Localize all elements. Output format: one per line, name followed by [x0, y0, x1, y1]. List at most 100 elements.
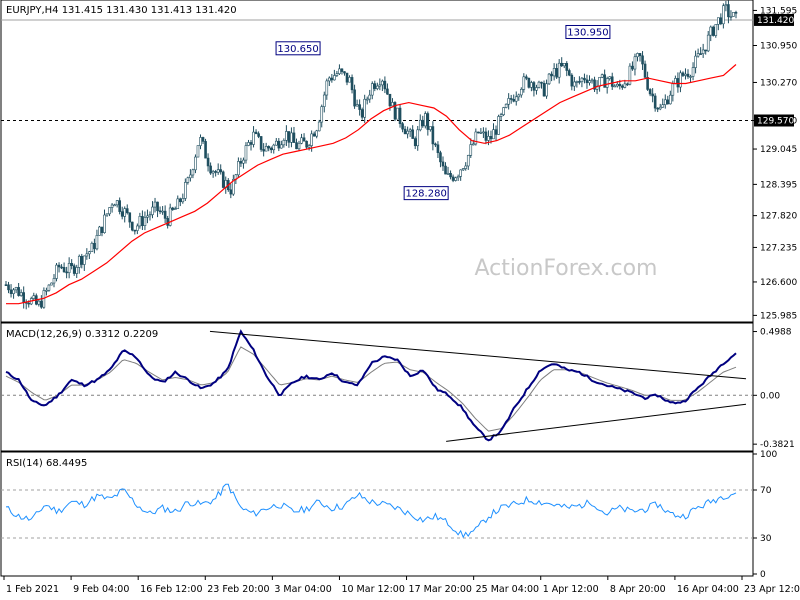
candle-body [704, 49, 707, 52]
candle-body [722, 5, 725, 25]
candle-body [691, 67, 695, 77]
candle-body [406, 130, 409, 135]
candle-body [492, 129, 495, 140]
candle-body [631, 65, 634, 70]
candle [55, 262, 58, 282]
candle-body [83, 255, 86, 265]
candle-body [209, 165, 212, 174]
candle-body [85, 253, 89, 257]
candle [196, 145, 200, 158]
candle-body [194, 156, 197, 171]
candle-body [648, 89, 652, 95]
candle [527, 77, 531, 89]
candle-body [249, 142, 253, 145]
candle-body [113, 204, 116, 207]
candle-body [411, 129, 414, 139]
macd-title: MACD(12,26,9) 0.3312 0.2209 [6, 329, 158, 340]
candle-body [681, 72, 685, 76]
candle-body [514, 96, 518, 102]
candle-body [199, 137, 202, 146]
candle-body [628, 65, 632, 85]
candle-body [52, 278, 56, 284]
candle-body [330, 77, 334, 81]
candle-body [497, 116, 500, 135]
candle-body [4, 284, 8, 286]
candle-body [547, 73, 551, 85]
candle-body [27, 302, 31, 305]
candle-body [295, 142, 298, 150]
candle-body [600, 74, 604, 78]
candle [628, 63, 632, 86]
candle-body [451, 176, 455, 181]
candle-body [211, 171, 215, 174]
candle-body [88, 251, 91, 255]
candle-body [264, 146, 268, 152]
candle-body [128, 212, 132, 223]
candle [259, 136, 263, 152]
price-tag-label: 131.420 [757, 16, 794, 26]
candle [537, 80, 541, 89]
candle-body [239, 161, 243, 164]
candle [90, 241, 94, 253]
candle-body [502, 107, 505, 115]
candle-body [646, 77, 649, 90]
candle [504, 103, 508, 109]
candle-body [429, 126, 432, 130]
candle-body [166, 218, 169, 226]
candle-body [348, 77, 351, 83]
candle-body [9, 289, 13, 294]
candle-body [421, 119, 425, 127]
candle-body [603, 74, 606, 88]
candle-body [285, 131, 288, 141]
candle-body [522, 76, 526, 90]
candle-body [257, 133, 260, 137]
candle-body [519, 89, 523, 96]
candle [50, 282, 53, 286]
candle-body [734, 12, 738, 14]
candle-body [184, 182, 187, 199]
candle-body [727, 4, 730, 18]
candle-body [653, 95, 657, 109]
candle-body [317, 121, 321, 132]
candle-body [163, 210, 167, 219]
candle-body [459, 169, 462, 177]
y-tick-label: 0.00 [760, 391, 780, 401]
candle [244, 142, 248, 164]
candle-body [345, 72, 349, 83]
candle-body [254, 131, 258, 134]
chart-canvas: ActionForex.com EURJPY,H4 131.415 131.43… [0, 0, 800, 600]
candle-body [717, 17, 720, 25]
candle-body [105, 213, 109, 216]
candle-body [201, 137, 205, 142]
candle [424, 111, 427, 129]
candle-body [487, 136, 490, 141]
candle-body [499, 114, 503, 117]
y-tick-label: 126.600 [760, 278, 797, 288]
candle-body [14, 287, 18, 291]
candle-body [229, 189, 233, 195]
candle-body [623, 83, 627, 88]
candle-body [436, 144, 440, 154]
candle-body [434, 143, 437, 146]
candle-body [461, 168, 465, 171]
candle [477, 131, 480, 134]
candle-body [252, 131, 255, 145]
candle [130, 221, 134, 232]
candle-body [148, 214, 152, 217]
candle-body [300, 137, 303, 144]
candle-body [449, 173, 452, 178]
price-tag: 131.420 [754, 13, 794, 26]
candle-body [378, 84, 382, 87]
candle-body [446, 173, 450, 175]
candle-body [47, 284, 51, 291]
candle-body [441, 161, 445, 167]
candle-body [469, 144, 473, 156]
candle-body [189, 174, 192, 179]
candle-body [320, 106, 324, 123]
candle-body [55, 264, 58, 279]
candle-body [477, 131, 480, 134]
y-tick-label: 127.820 [760, 212, 797, 222]
candle-body [310, 133, 313, 146]
candle-body [489, 136, 493, 140]
candle-body [186, 177, 190, 183]
